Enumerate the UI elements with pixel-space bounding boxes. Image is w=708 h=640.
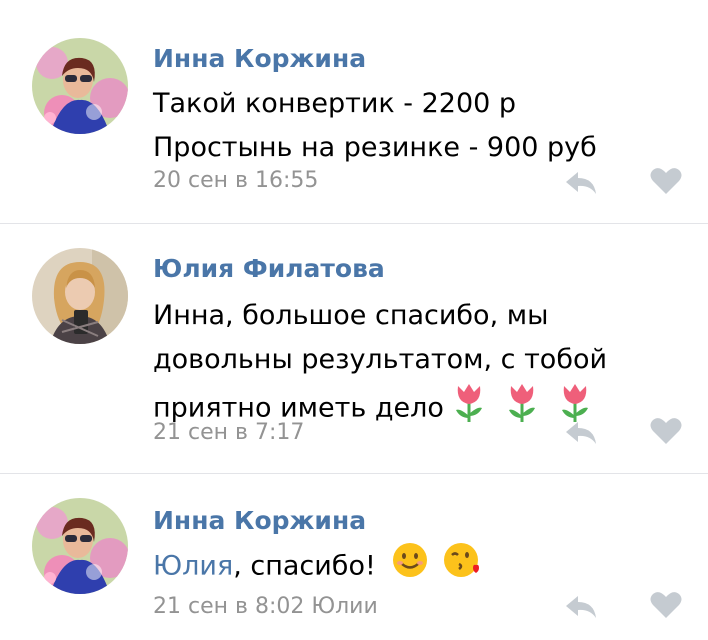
comment-author[interactable]: Инна Коржина [153, 44, 366, 73]
heart-icon[interactable] [650, 167, 682, 195]
divider [0, 223, 708, 224]
mention-link[interactable]: Юлия [153, 551, 233, 582]
comment-text: Такой конвертик - 2200 р Простынь на рез… [153, 82, 597, 170]
reply-arrow-icon[interactable] [564, 170, 598, 196]
heart-icon[interactable] [650, 591, 682, 619]
comment-author[interactable]: Инна Коржина [153, 506, 366, 535]
face-blowing-kiss-emoji-icon [443, 542, 483, 592]
comment-text-segment: приятно иметь дело [153, 392, 444, 424]
comment-author[interactable]: Юлия Филатова [153, 254, 385, 283]
comment-timestamp[interactable]: 21 сен в 7:17 [153, 420, 304, 445]
comment-text-segment: , спасибо! [233, 550, 376, 582]
comment-text: Юлия, спасибо! [153, 542, 483, 592]
divider [0, 473, 708, 474]
tulip-emoji-icon [505, 382, 539, 436]
comment-timestamp[interactable]: 21 сен в 8:02 Юлии [153, 594, 378, 619]
comment-text: Инна, большое спасибо, мы довольны резул… [153, 294, 607, 436]
comment-text-line: довольны результатом, с тобой [153, 344, 608, 375]
comment-timestamp[interactable]: 20 сен в 16:55 [153, 168, 318, 193]
reply-arrow-icon[interactable] [564, 420, 598, 446]
avatar[interactable] [32, 38, 128, 134]
heart-icon[interactable] [650, 417, 682, 445]
smiling-face-emoji-icon [392, 542, 428, 592]
comment-text-line: Инна, большое спасибо, мы [153, 300, 549, 331]
comment-text-line: Такой конвертик - 2200 р [153, 88, 517, 119]
avatar[interactable] [32, 498, 128, 594]
reply-arrow-icon[interactable] [564, 594, 598, 620]
comment-text-line: Простынь на резинке - 900 руб [153, 132, 597, 163]
avatar[interactable] [32, 248, 128, 344]
tulip-emoji-icon [452, 382, 486, 436]
